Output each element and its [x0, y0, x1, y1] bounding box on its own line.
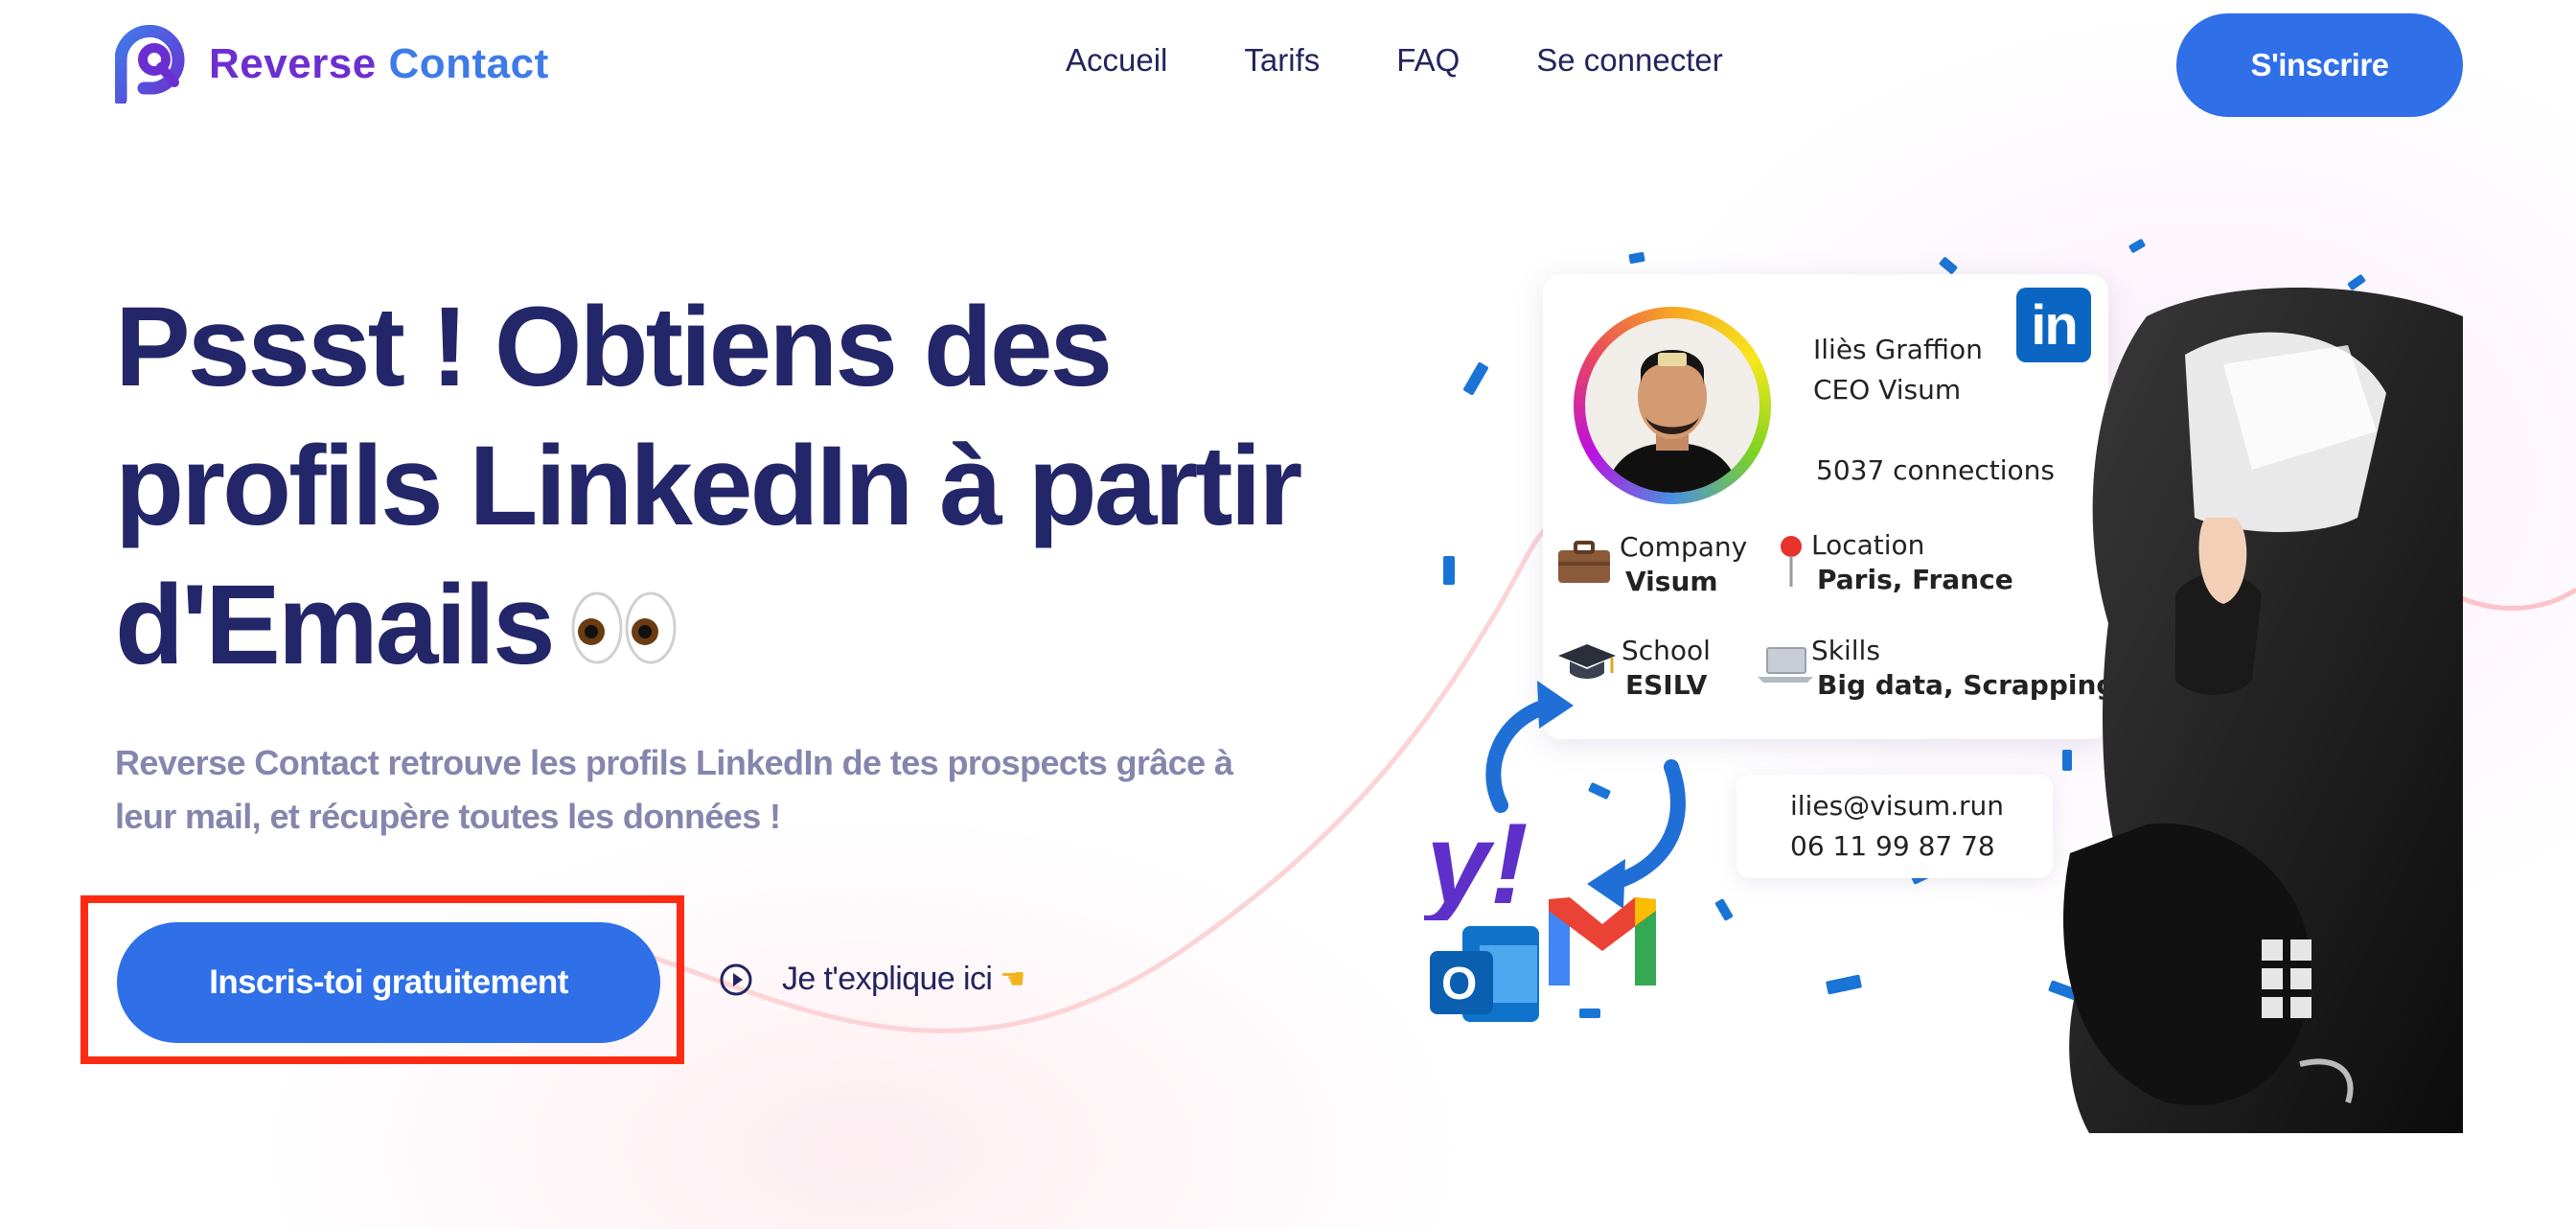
- confetti-piece: [1462, 361, 1489, 396]
- title-line-2: profils LinkedIn à partir: [115, 423, 1302, 549]
- signup-button[interactable]: S'inscrire: [2176, 13, 2463, 117]
- signup-free-button[interactable]: Inscris-toi gratuitement: [117, 922, 660, 1043]
- confetti-piece: [1579, 1009, 1600, 1018]
- nav-item-accueil[interactable]: Accueil: [1066, 42, 1167, 79]
- confetti-piece: [1938, 256, 1959, 275]
- page-title: Pssst ! Obtiens des profils LinkedIn à p…: [115, 278, 1313, 695]
- avatar: [1574, 307, 1771, 504]
- confetti-piece: [1714, 897, 1734, 922]
- company-label: Company: [1620, 531, 1748, 563]
- gmail-icon: [1549, 897, 1656, 986]
- pin-icon: [1781, 536, 1802, 587]
- pointing-hand-icon: ☚: [1000, 963, 1025, 995]
- nav-item-faq[interactable]: FAQ: [1396, 42, 1460, 79]
- explain-video-link[interactable]: Je t'explique ici ☚: [719, 961, 1025, 998]
- play-circle-icon: [720, 963, 752, 995]
- main-nav: Accueil Tarifs FAQ Se connecter: [1066, 42, 1800, 79]
- logo-mark-icon: [115, 25, 185, 104]
- top-navigation-bar: Reverse Contact Accueil Tarifs FAQ Se co…: [0, 0, 2576, 134]
- nav-item-se-connecter[interactable]: Se connecter: [1536, 42, 1722, 79]
- title-line-3: d'Emails: [115, 556, 1313, 695]
- confetti-piece: [1443, 556, 1455, 585]
- explain-link-label: Je t'explique ici: [782, 961, 993, 997]
- hooded-character-illustration: [2063, 288, 2463, 1133]
- person-portrait: [1604, 350, 1740, 493]
- laptop-icon: [1758, 647, 1813, 683]
- school-label: School: [1622, 635, 1711, 666]
- outlook-icon: O: [1430, 926, 1539, 1022]
- briefcase-icon: [1558, 541, 1610, 583]
- brand-logo[interactable]: Reverse Contact: [115, 25, 549, 104]
- confetti-piece: [1628, 251, 1645, 265]
- nav-item-tarifs[interactable]: Tarifs: [1244, 42, 1320, 79]
- yahoo-icon: y!: [1424, 800, 1529, 920]
- brand-name: Reverse Contact: [209, 40, 549, 87]
- skills-label: Skills: [1811, 635, 1880, 666]
- company-value: Visum: [1625, 566, 1718, 597]
- confetti-piece: [2128, 238, 2147, 254]
- eyes-emoji-icon: [571, 591, 677, 664]
- svg-text:y!: y!: [1424, 800, 1529, 920]
- hero-subtitle: Reverse Contact retrouve les profils Lin…: [115, 743, 1233, 836]
- confetti-piece: [1825, 974, 1863, 995]
- location-label: Location: [1811, 529, 1925, 561]
- title-line-1: Pssst ! Obtiens des: [115, 284, 1113, 410]
- svg-text:O: O: [1441, 959, 1477, 1009]
